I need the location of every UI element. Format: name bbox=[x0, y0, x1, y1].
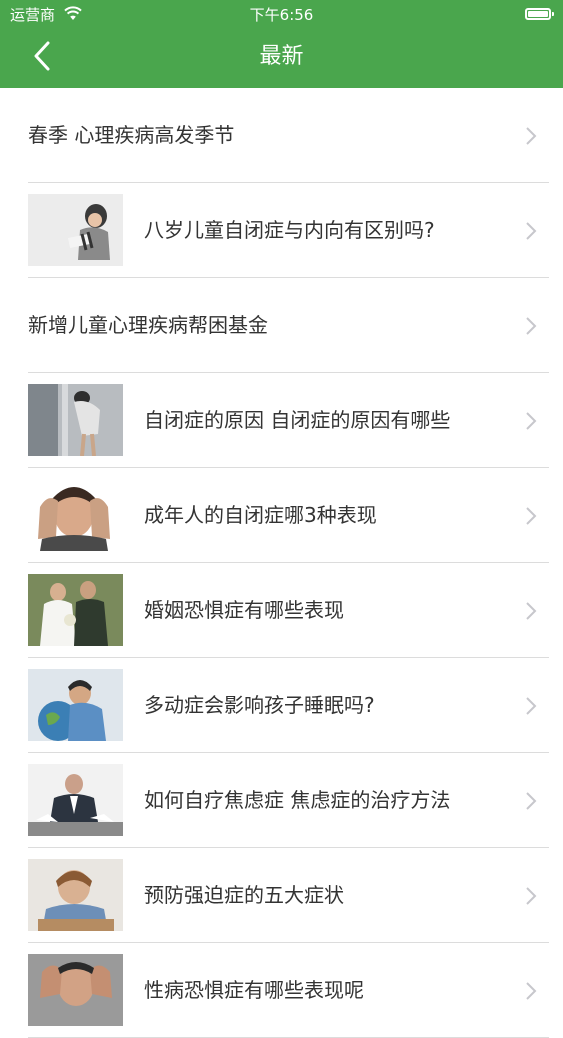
list-item[interactable]: 如何自疗焦虑症 焦虑症的治疗方法 bbox=[0, 753, 563, 848]
chevron-right-icon bbox=[526, 792, 537, 810]
article-title: 成年人的自闭症哪3种表现 bbox=[144, 503, 377, 527]
chevron-right-icon bbox=[526, 412, 537, 430]
article-thumbnail bbox=[28, 859, 123, 931]
chevron-right-icon bbox=[526, 982, 537, 1000]
chevron-right-icon bbox=[526, 602, 537, 620]
article-title: 春季 心理疾病高发季节 bbox=[28, 123, 235, 147]
list-item[interactable]: 多动症会影响孩子睡眠吗? bbox=[0, 658, 563, 753]
chevron-right-icon bbox=[526, 317, 537, 335]
list-item[interactable]: 成年人的自闭症哪3种表现 bbox=[0, 468, 563, 563]
page-title: 最新 bbox=[259, 44, 304, 69]
article-title: 如何自疗焦虑症 焦虑症的治疗方法 bbox=[144, 788, 451, 812]
list-item[interactable]: 八岁儿童自闭症与内向有区别吗? bbox=[0, 183, 563, 278]
article-title: 八岁儿童自闭症与内向有区别吗? bbox=[144, 218, 435, 242]
list-item[interactable]: 婚姻恐惧症有哪些表现 bbox=[0, 563, 563, 658]
article-title: 新增儿童心理疾病帮困基金 bbox=[28, 313, 268, 337]
chevron-right-icon bbox=[526, 697, 537, 715]
status-bar: 运营商 下午6:56 bbox=[0, 0, 563, 30]
list-item[interactable]: 新增儿童心理疾病帮困基金 bbox=[0, 278, 563, 373]
article-thumbnail bbox=[28, 384, 123, 456]
article-title: 预防强迫症的五大症状 bbox=[144, 883, 344, 907]
nav-header: 运营商 下午6:56 最新 bbox=[0, 0, 563, 88]
article-thumbnail bbox=[28, 479, 123, 551]
article-title: 婚姻恐惧症有哪些表现 bbox=[144, 598, 344, 622]
battery-icon bbox=[525, 8, 554, 20]
list-item[interactable]: 自闭症的原因 自闭症的原因有哪些 bbox=[0, 373, 563, 468]
chevron-right-icon bbox=[526, 507, 537, 525]
article-thumbnail bbox=[28, 669, 123, 741]
article-title: 自闭症的原因 自闭症的原因有哪些 bbox=[144, 408, 451, 432]
list-item[interactable]: 预防强迫症的五大症状 bbox=[0, 848, 563, 943]
chevron-right-icon bbox=[526, 222, 537, 240]
status-time: 下午6:56 bbox=[249, 6, 314, 24]
article-thumbnail bbox=[28, 574, 123, 646]
article-thumbnail bbox=[28, 764, 123, 836]
article-thumbnail bbox=[28, 954, 123, 1026]
article-thumbnail bbox=[28, 194, 123, 266]
chevron-right-icon bbox=[526, 127, 537, 145]
article-title: 性病恐惧症有哪些表现呢 bbox=[144, 978, 364, 1002]
list-item[interactable]: 性病恐惧症有哪些表现呢 bbox=[0, 943, 563, 1038]
article-title: 多动症会影响孩子睡眠吗? bbox=[144, 693, 375, 717]
article-list: 春季 心理疾病高发季节 八岁儿童自闭症与内向有区别吗? 新增儿童心理疾病帮困基金 bbox=[0, 88, 563, 1038]
chevron-right-icon bbox=[526, 887, 537, 905]
list-item[interactable]: 春季 心理疾病高发季节 bbox=[0, 88, 563, 183]
